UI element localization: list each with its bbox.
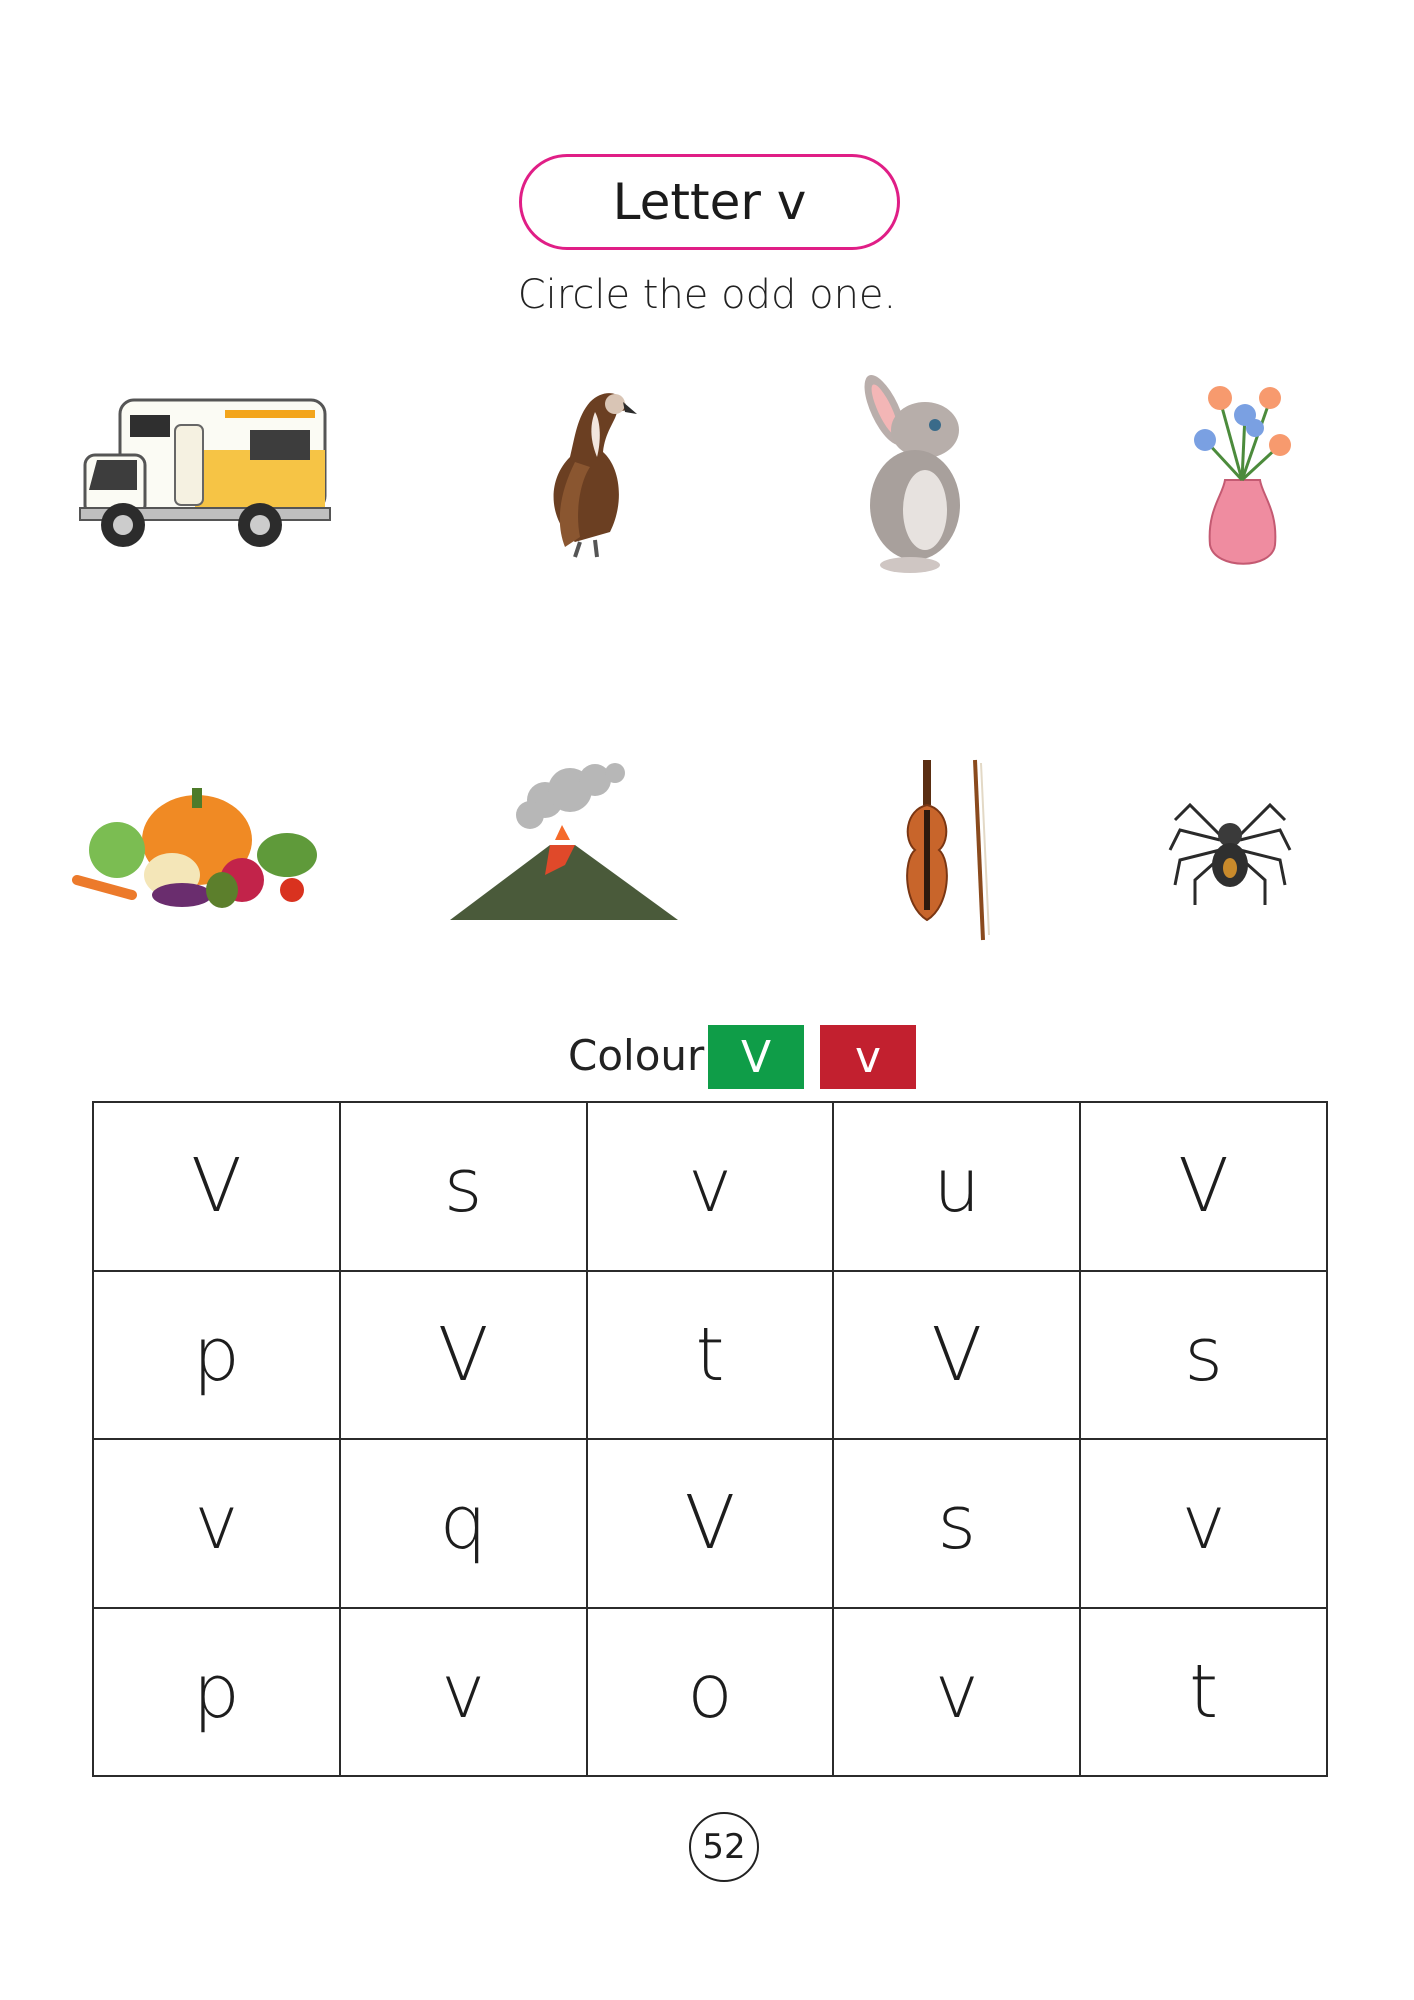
grid-cell[interactable]: q [338, 1438, 588, 1609]
colour-instruction: Colour V v [0, 1025, 1414, 1091]
grid-cell[interactable]: v [338, 1606, 588, 1777]
grid-cell[interactable]: s [832, 1438, 1082, 1609]
grid-cell[interactable]: V [92, 1101, 341, 1272]
swatch-uppercase-letter: V [740, 1031, 772, 1083]
grid-row: v q V s v [92, 1438, 1328, 1609]
colour-label: Colour [568, 1031, 705, 1080]
volcano-picture[interactable] [450, 755, 680, 925]
grid-cell[interactable]: t [1079, 1606, 1328, 1777]
instruction-text: Circle the odd one. [517, 272, 897, 318]
spider-picture[interactable] [1165, 780, 1295, 910]
grid-cell[interactable]: s [338, 1101, 588, 1272]
grid-row: V s v u V [92, 1101, 1328, 1272]
grid-row: p V t V s [92, 1269, 1328, 1440]
vase-picture[interactable] [1190, 370, 1295, 580]
grid-cell[interactable]: t [585, 1269, 835, 1440]
grid-cell[interactable]: s [1079, 1269, 1328, 1440]
grid-cell[interactable]: p [92, 1269, 341, 1440]
grid-row: p v o v t [92, 1606, 1328, 1777]
page-title: Letter v [519, 154, 900, 250]
page-title-text: Letter v [612, 173, 807, 231]
grid-cell[interactable]: v [1079, 1438, 1328, 1609]
swatch-lowercase-letter: v [854, 1031, 882, 1083]
grid-cell[interactable]: V [832, 1269, 1082, 1440]
page-number: 52 [689, 1812, 759, 1882]
grid-cell[interactable]: o [585, 1606, 835, 1777]
letter-grid: V s v u V p V t V s v q V s v p v o v t [92, 1101, 1328, 1777]
rabbit-picture[interactable] [850, 370, 990, 580]
vulture-picture[interactable] [535, 382, 645, 562]
grid-cell[interactable]: V [1079, 1101, 1328, 1272]
swatch-lowercase-v: v [820, 1025, 916, 1089]
vegetables-picture[interactable] [72, 780, 322, 915]
page-number-text: 52 [702, 1827, 746, 1867]
grid-cell[interactable]: V [585, 1438, 835, 1609]
grid-cell[interactable]: V [338, 1269, 588, 1440]
violin-picture[interactable] [895, 755, 1000, 945]
camper-van-picture[interactable] [75, 390, 337, 555]
grid-cell[interactable]: v [92, 1438, 341, 1609]
swatch-uppercase-v: V [708, 1025, 804, 1089]
grid-cell[interactable]: v [585, 1101, 835, 1272]
grid-cell[interactable]: u [832, 1101, 1082, 1272]
grid-cell[interactable]: p [92, 1606, 341, 1777]
grid-cell[interactable]: v [832, 1606, 1082, 1777]
